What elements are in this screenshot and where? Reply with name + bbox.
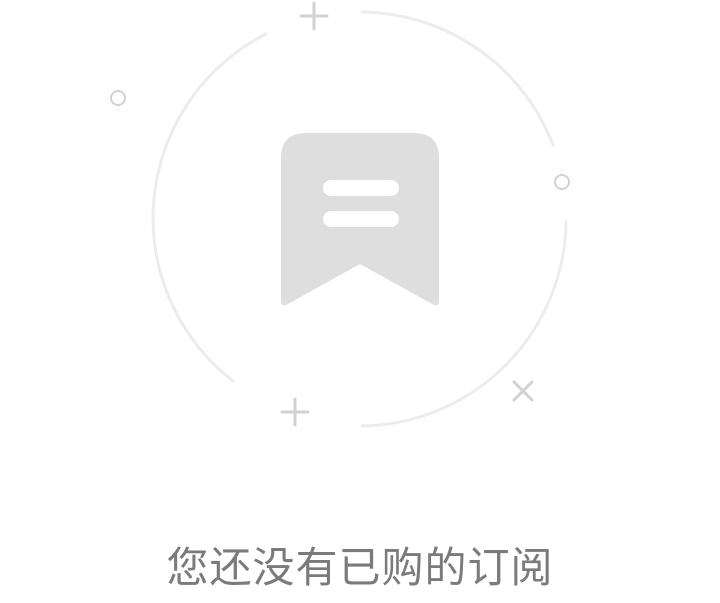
empty-state-message: 您还没有已购的订阅 (166, 543, 554, 592)
empty-state-illustration (110, 1, 570, 428)
circle-icon (554, 174, 570, 190)
empty-state: 您还没有已购的订阅 (0, 0, 720, 603)
plus-icon (299, 1, 329, 31)
close-icon (512, 380, 534, 402)
bookmark-icon (281, 133, 439, 306)
circle-icon (110, 90, 126, 106)
plus-icon (280, 397, 310, 427)
